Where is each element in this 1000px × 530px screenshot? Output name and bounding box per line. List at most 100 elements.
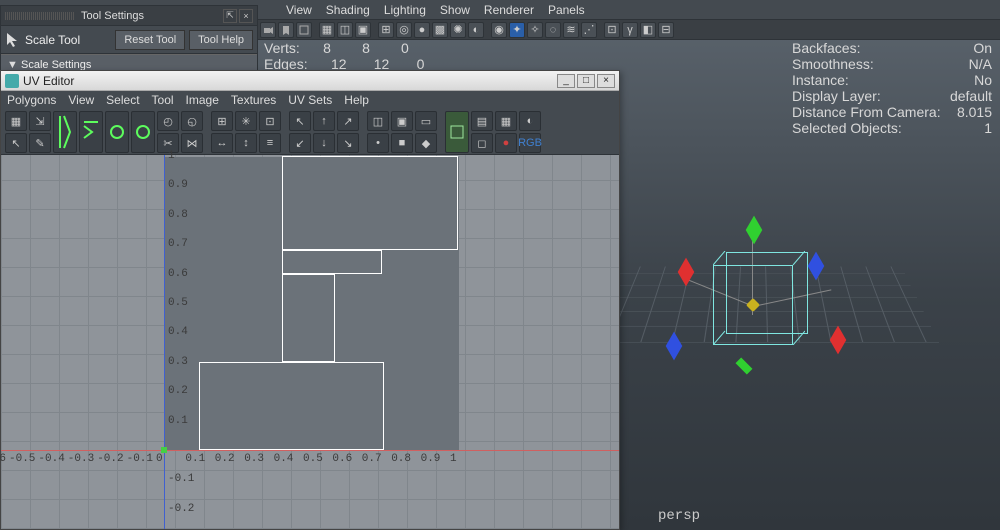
uv-menu-select[interactable]: Select xyxy=(106,93,139,107)
uv-shell-icon[interactable]: ▣ xyxy=(391,111,413,131)
uv-movesew-icon[interactable]: ⇲ xyxy=(29,111,51,131)
uv-x-tick: -0.1 xyxy=(127,453,153,465)
uv-component-icon[interactable]: ◫ xyxy=(367,111,389,131)
uv-center-icon[interactable]: ⊡ xyxy=(259,111,281,131)
uv-wireframe-icon[interactable]: ◻ xyxy=(471,133,493,153)
close-icon[interactable]: × xyxy=(239,9,253,23)
uv-flip-u-icon[interactable] xyxy=(53,111,77,153)
isolate-icon[interactable]: ◉ xyxy=(491,22,507,38)
shadow-icon[interactable]: ◐ xyxy=(468,22,484,38)
uv-unfold-icon[interactable]: ◵ xyxy=(181,111,203,131)
shaded-icon[interactable]: ● xyxy=(414,22,430,38)
viewport-3d[interactable] xyxy=(588,160,948,440)
film-gate-icon[interactable]: ▦ xyxy=(319,22,335,38)
uv-editor-titlebar[interactable]: UV Editor _ □ × xyxy=(1,71,619,91)
uv-layout-icon[interactable]: ◴ xyxy=(157,111,179,131)
viewport-menu-panels[interactable]: Panels xyxy=(548,3,585,17)
tool-settings-panel: Tool Settings ⇱ × Scale Tool Reset Tool … xyxy=(0,5,258,75)
uv-align-tr-icon[interactable]: ↗ xyxy=(337,111,359,131)
color-icon[interactable]: ◧ xyxy=(640,22,656,38)
uv-align-u-icon[interactable]: ↔ xyxy=(211,133,233,153)
uv-vertex-icon[interactable]: • xyxy=(367,133,389,153)
lights-icon[interactable]: ✺ xyxy=(450,22,466,38)
uv-menu-view[interactable]: View xyxy=(68,93,94,107)
uv-y-tick: 0.1 xyxy=(168,415,188,427)
uv-lattice-icon[interactable]: ▦ xyxy=(5,111,27,131)
uv-align-bl-icon[interactable]: ↙ xyxy=(289,133,311,153)
gate-mask-icon[interactable]: ▣ xyxy=(355,22,371,38)
uv-shell[interactable] xyxy=(282,250,382,274)
undock-icon[interactable]: ⇱ xyxy=(223,9,237,23)
uv-flip-v-icon[interactable] xyxy=(79,111,103,153)
motion-blur-icon[interactable]: ≋ xyxy=(563,22,579,38)
uv-align-v-icon[interactable]: ↕ xyxy=(235,133,257,153)
viewport-menu-view[interactable]: View xyxy=(286,3,312,17)
uv-align-br-icon[interactable]: ↘ xyxy=(337,133,359,153)
select-camera-icon[interactable] xyxy=(260,22,276,38)
tool-settings-titlebar[interactable]: Tool Settings ⇱ × xyxy=(1,6,257,26)
gamma-icon[interactable]: γ xyxy=(622,22,638,38)
drag-grip[interactable] xyxy=(5,12,75,20)
uv-axis-u xyxy=(1,450,619,451)
viewport-menu-renderer[interactable]: Renderer xyxy=(484,3,534,17)
uv-grid-icon[interactable]: ⊞ xyxy=(211,111,233,131)
viewport-menu-show[interactable]: Show xyxy=(440,3,470,17)
uv-shell[interactable] xyxy=(282,156,458,250)
hud-left: Verts: 8 8 0 Edges: 12 12 0 xyxy=(264,40,424,72)
resolution-gate-icon[interactable]: ◫ xyxy=(337,22,353,38)
uv-menu-polygons[interactable]: Polygons xyxy=(7,93,56,107)
reset-tool-button[interactable]: Reset Tool xyxy=(115,30,185,50)
uv-select-icon[interactable]: ↖ xyxy=(5,133,27,153)
uv-edge-icon[interactable]: ▭ xyxy=(415,111,437,131)
bookmark-icon[interactable] xyxy=(278,22,294,38)
uv-align-t-icon[interactable]: ↑ xyxy=(313,111,335,131)
aa-icon[interactable]: ⋰ xyxy=(581,22,597,38)
uv-menu-image[interactable]: Image xyxy=(186,93,219,107)
image-plane-icon[interactable] xyxy=(296,22,312,38)
uv-dim-icon[interactable]: ▤ xyxy=(471,111,493,131)
scale-handle-y[interactable] xyxy=(746,216,763,245)
viewport-toolbar: ▦ ◫ ▣ ⊞ ◎ ● ▩ ✺ ◐ ◉ ✦ ✧ ◌ ≋ ⋰ ⊡ γ ◧ ⊟ xyxy=(258,20,1000,40)
expose-icon[interactable]: ⊡ xyxy=(604,22,620,38)
uv-menu-help[interactable]: Help xyxy=(344,93,369,107)
uv-rotate-ccw-icon[interactable] xyxy=(105,111,129,153)
uv-shell[interactable] xyxy=(199,362,384,450)
uv-distribute-icon[interactable]: ≡ xyxy=(259,133,281,153)
uv-uv-icon[interactable]: ◆ xyxy=(415,133,437,153)
tool-help-button[interactable]: Tool Help xyxy=(189,30,253,50)
uv-menu-textures[interactable]: Textures xyxy=(231,93,276,107)
viewport-menu-shading[interactable]: Shading xyxy=(326,3,370,17)
uv-face-icon[interactable]: ■ xyxy=(391,133,413,153)
close-icon[interactable]: × xyxy=(597,74,615,88)
chevron-down-icon: ▼ xyxy=(7,59,15,71)
grid-icon[interactable]: ⊞ xyxy=(378,22,394,38)
panel-layout-icon[interactable]: ⊟ xyxy=(658,22,674,38)
uv-rotate-cw-icon[interactable] xyxy=(131,111,155,153)
uv-rgb-icon[interactable]: RGB xyxy=(519,133,541,153)
uv-shell[interactable] xyxy=(282,274,335,362)
xray-joint-icon[interactable]: ✧ xyxy=(527,22,543,38)
wireframe-icon[interactable]: ◎ xyxy=(396,22,412,38)
uv-menu-tool[interactable]: Tool xyxy=(152,93,174,107)
uv-align-b-icon[interactable]: ↓ xyxy=(313,133,335,153)
textured-icon[interactable]: ▩ xyxy=(432,22,448,38)
viewport-menu-lighting[interactable]: Lighting xyxy=(384,3,426,17)
uv-checker-icon[interactable]: ▦ xyxy=(495,111,517,131)
uv-shade-icon[interactable]: ◐ xyxy=(519,111,541,131)
scale-handle-neg-y[interactable] xyxy=(736,358,753,375)
uv-image-toggle-icon[interactable] xyxy=(445,111,469,153)
ao-icon[interactable]: ◌ xyxy=(545,22,561,38)
maximize-icon[interactable]: □ xyxy=(577,74,595,88)
uv-sew-icon[interactable]: ⋈ xyxy=(181,133,203,153)
uv-smudge-icon[interactable]: ✎ xyxy=(29,133,51,153)
uv-canvas[interactable]: -0.6-0.5-0.4-0.3-0.2-0.100.10.20.30.40.5… xyxy=(1,155,619,529)
xray-icon[interactable]: ✦ xyxy=(509,22,525,38)
uv-menu-uvsets[interactable]: UV Sets xyxy=(288,93,332,107)
uv-align-tl-icon[interactable]: ↖ xyxy=(289,111,311,131)
minimize-icon[interactable]: _ xyxy=(557,74,575,88)
uv-y-tick: 0.6 xyxy=(168,268,188,280)
uv-snap-icon[interactable]: ✳ xyxy=(235,111,257,131)
uv-y-tick: 0.4 xyxy=(168,326,188,338)
uv-distortion-r-icon[interactable]: ● xyxy=(495,133,517,153)
section-label: Scale Settings xyxy=(21,59,91,71)
